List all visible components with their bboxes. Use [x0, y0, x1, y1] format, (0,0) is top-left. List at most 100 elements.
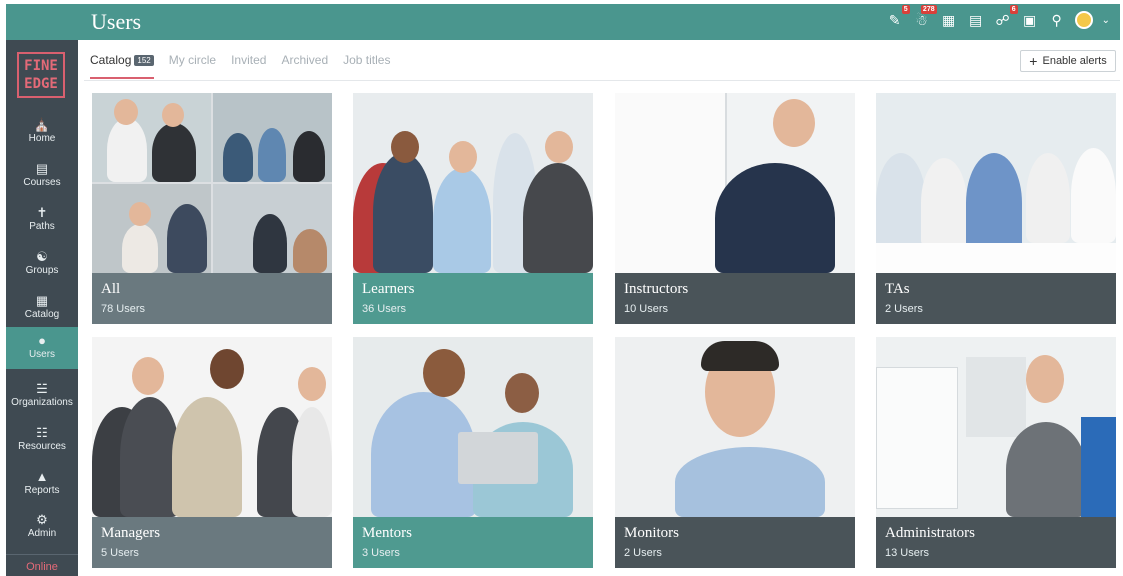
online-status[interactable]: Online: [6, 561, 78, 573]
card-count: 2 Users: [624, 547, 662, 559]
person-shape: [715, 163, 835, 273]
person-shape: [292, 407, 332, 517]
photo-tile: [92, 184, 211, 273]
person-shape: [921, 158, 967, 248]
search-icon[interactable]: ⚲: [1048, 11, 1066, 29]
top-bar: Users ✎ 5 ☃ 278 ▦ ▤ ☍ 6 ▣ ⚲ ⌄: [6, 4, 1120, 40]
sidebar-item-organizations[interactable]: ☱ Organizations: [6, 375, 78, 417]
group-photo: [876, 337, 1116, 517]
person-shape: [966, 153, 1022, 253]
user-group-card-managers[interactable]: Managers 5 Users: [92, 337, 332, 568]
laptop-shape: [458, 432, 538, 484]
card-label: Administrators 13 Users: [876, 517, 1116, 568]
hair-shape: [701, 341, 779, 371]
card-label: Learners 36 Users: [353, 273, 593, 324]
user-group-card-learners[interactable]: Learners 36 Users: [353, 93, 593, 324]
person-shape: [122, 224, 158, 273]
gear-icon: ⚙: [36, 512, 48, 527]
user-group-card-tas[interactable]: TAs 2 Users: [876, 93, 1116, 324]
cart-icon[interactable]: ☍ 6: [994, 5, 1018, 29]
card-title: All: [101, 281, 121, 297]
person-shape: [253, 214, 287, 273]
group-photo: [615, 337, 855, 517]
sidebar-item-label: Paths: [29, 221, 55, 232]
user-group-card-mentors[interactable]: Mentors 3 Users: [353, 337, 593, 568]
sidebar-item-courses[interactable]: ▤ Courses: [6, 155, 78, 197]
card-label: Instructors 10 Users: [615, 273, 855, 324]
sidebar-item-label: Users: [28, 349, 56, 360]
person-shape: [120, 397, 180, 517]
help-icon[interactable]: ▣: [1021, 11, 1039, 29]
sidebar-item-home[interactable]: ⛪ Home: [6, 111, 78, 153]
plus-icon: +: [1029, 52, 1038, 69]
head-shape: [449, 141, 477, 173]
card-count: 36 Users: [362, 303, 407, 315]
tab-invited[interactable]: Invited: [231, 53, 266, 79]
reports-icon: ▲: [35, 469, 49, 484]
sidebar-item-catalog[interactable]: ▦ Catalog: [6, 287, 78, 329]
tab-catalog[interactable]: Catalog 152: [90, 53, 154, 79]
person-shape: [107, 118, 147, 182]
user-group-card-instructors[interactable]: Instructors 10 Users: [615, 93, 855, 324]
photo-tile: [213, 184, 332, 273]
card-count: 13 Users: [885, 547, 930, 559]
user-group-card-all[interactable]: All 78 Users: [92, 93, 332, 324]
trash-icon[interactable]: ▤: [967, 11, 985, 29]
sidebar-item-resources[interactable]: ☷ Resources: [6, 419, 78, 461]
logo-line2: EDGE: [24, 76, 58, 92]
chair-shape: [1081, 417, 1116, 517]
tab-bar: Catalog 152 My circle Invited Archived Jo…: [90, 53, 390, 79]
card-count: 78 Users: [101, 303, 146, 315]
top-icons: ✎ 5 ☃ 278 ▦ ▤ ☍ 6 ▣ ⚲ ⌄: [886, 5, 1110, 29]
group-photo: [353, 337, 593, 517]
tab-job-titles[interactable]: Job titles: [343, 53, 390, 79]
sidebar-item-reports[interactable]: ▲ Reports: [6, 463, 78, 505]
tab-archived[interactable]: Archived: [281, 53, 328, 79]
photo-tile: [213, 93, 332, 182]
user-group-card-monitors[interactable]: Monitors 2 Users: [615, 337, 855, 568]
head-shape: [298, 367, 326, 401]
calendar-icon[interactable]: ▦: [940, 11, 958, 29]
notification-icon[interactable]: ✎ 5: [886, 5, 910, 29]
chevron-down-icon[interactable]: ⌄: [1102, 15, 1110, 26]
sidebar-divider: [6, 554, 78, 555]
photo-tile: [92, 93, 211, 182]
groups-icon: ☯: [36, 249, 48, 264]
org-icon: ☱: [36, 381, 48, 396]
enable-alerts-button[interactable]: + Enable alerts: [1020, 50, 1116, 72]
sidebar-item-groups[interactable]: ☯ Groups: [6, 243, 78, 285]
person-shape: [172, 397, 242, 517]
messages-icon[interactable]: ☃ 278: [913, 5, 937, 29]
card-title: TAs: [885, 281, 910, 297]
sidebar-item-admin[interactable]: ⚙ Admin: [6, 506, 78, 548]
user-group-card-administrators[interactable]: Administrators 13 Users: [876, 337, 1116, 568]
sidebar-item-paths[interactable]: ✝ Paths: [6, 199, 78, 241]
card-label: Managers 5 Users: [92, 517, 332, 568]
sidebar-item-users[interactable]: ● Users: [6, 327, 78, 369]
person-shape: [523, 163, 593, 273]
logo[interactable]: FINE EDGE: [17, 52, 65, 98]
head-shape: [162, 103, 184, 127]
user-icon: ●: [38, 333, 46, 348]
card-title: Monitors: [624, 525, 680, 541]
enable-alerts-label: Enable alerts: [1042, 55, 1107, 67]
person-shape: [675, 447, 825, 517]
card-count: 10 Users: [624, 303, 669, 315]
head-shape: [505, 373, 539, 413]
head-shape: [391, 131, 419, 163]
sidebar-item-label: Catalog: [24, 309, 60, 320]
avatar[interactable]: [1074, 11, 1093, 29]
tab-my-circle[interactable]: My circle: [169, 53, 216, 79]
head-shape: [545, 131, 573, 163]
table-surface: [876, 243, 1116, 273]
head-shape: [210, 349, 244, 389]
person-shape: [167, 204, 207, 273]
card-label: TAs 2 Users: [876, 273, 1116, 324]
person-shape: [152, 123, 196, 182]
person-shape: [258, 128, 286, 182]
monitor-shape: [876, 367, 958, 509]
book-icon: ▤: [35, 161, 49, 176]
group-photo: [615, 93, 855, 273]
head-shape: [423, 349, 465, 397]
head-shape: [1026, 355, 1064, 403]
